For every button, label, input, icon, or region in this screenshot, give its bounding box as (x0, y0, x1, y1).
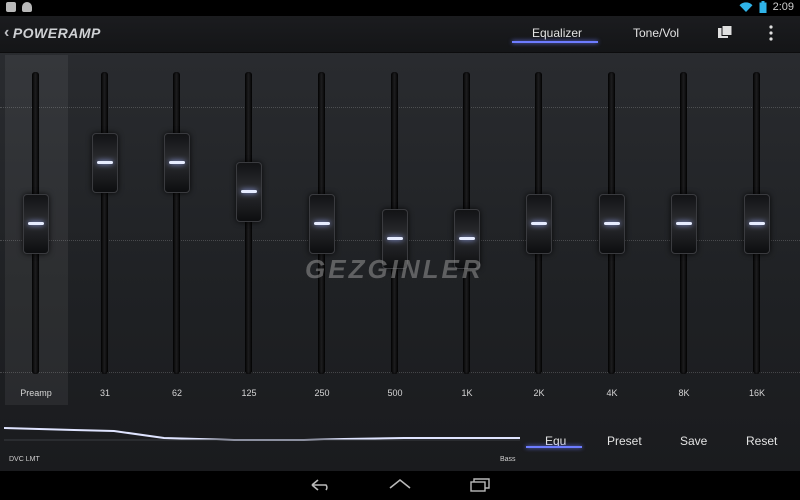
slider-track[interactable] (173, 72, 180, 374)
slider-knob[interactable] (599, 194, 625, 254)
tab-selected-indicator (512, 41, 598, 43)
slider-knob[interactable] (744, 194, 770, 254)
slider-knob[interactable] (236, 162, 262, 223)
poweramp-app: ‹ POWERAMP Equalizer Tone/Vol Preamp 31 62… (0, 16, 800, 471)
knob-indicator (241, 190, 257, 194)
slider-knob[interactable] (23, 194, 49, 254)
watermark-text: GEZGINLER (305, 254, 484, 284)
camera-icon (6, 2, 16, 12)
knob-indicator (749, 222, 765, 225)
overflow-menu-icon[interactable] (762, 25, 780, 43)
knob-indicator (97, 161, 113, 164)
knob-indicator (314, 222, 330, 225)
slider-knob[interactable] (526, 194, 552, 254)
navigation-bar (0, 471, 800, 500)
preset-button[interactable]: Preset (607, 434, 642, 448)
band-slider-2k[interactable]: 2K (509, 52, 569, 412)
band-label: 500 (387, 388, 403, 398)
status-time: 2:09 (772, 1, 794, 13)
band-slider-125[interactable]: 125 (219, 52, 279, 412)
dvc-lmt-label: DVC LMT (9, 456, 40, 463)
back-icon[interactable] (308, 477, 332, 493)
band-label: 4K (606, 388, 618, 398)
knob-indicator (169, 161, 185, 164)
app-logo[interactable]: ‹ POWERAMP (4, 24, 101, 42)
knob-indicator (459, 236, 475, 240)
band-label: 8K (678, 388, 690, 398)
action-bar: ‹ POWERAMP Equalizer Tone/Vol (0, 16, 800, 53)
slider-knob[interactable] (671, 194, 697, 254)
band-label: 62 (171, 388, 182, 398)
band-label: Preamp (20, 388, 52, 398)
logo-text: POWERAMP (12, 25, 101, 41)
presets-folder-icon[interactable] (716, 25, 734, 43)
band-label: 31 (99, 388, 110, 398)
slider-knob[interactable] (309, 194, 335, 254)
knob-indicator (604, 222, 620, 225)
band-label: 16K (748, 388, 765, 398)
band-label: 250 (314, 388, 330, 398)
band-slider-16k[interactable]: 16K (727, 52, 787, 412)
band-slider-250[interactable]: 250 (292, 52, 352, 412)
slider-track[interactable] (245, 72, 252, 374)
band-slider-8k[interactable]: 8K (654, 52, 714, 412)
wifi-icon (739, 1, 753, 12)
battery-icon (759, 1, 767, 13)
tab-tone-vol[interactable]: Tone/Vol (633, 26, 679, 40)
equ-selected-indicator (526, 446, 582, 448)
equalizer-panel: Preamp 31 62 125 250 500 1K 2K 4K 8K 16K GEZGINLER (0, 52, 800, 412)
band-slider-preamp[interactable]: Preamp (6, 52, 66, 412)
band-label: 2K (533, 388, 545, 398)
bass-label: Bass (500, 456, 516, 463)
knob-indicator (28, 222, 44, 225)
band-label: 125 (241, 388, 257, 398)
tab-equalizer[interactable]: Equalizer (532, 26, 582, 40)
band-slider-500[interactable]: 500 (365, 52, 425, 412)
slider-knob[interactable] (92, 133, 118, 193)
slider-knob[interactable] (164, 133, 190, 193)
slider-track[interactable] (101, 72, 108, 374)
band-slider-31[interactable]: 31 (75, 52, 135, 412)
band-slider-62[interactable]: 62 (147, 52, 207, 412)
reset-button[interactable]: Reset (746, 434, 777, 448)
recent-apps-icon[interactable] (468, 477, 492, 493)
band-slider-4k[interactable]: 4K (582, 52, 642, 412)
knob-indicator (531, 222, 547, 225)
home-icon[interactable] (388, 477, 412, 493)
up-chevron-icon: ‹ (4, 24, 10, 41)
eq-curve-graph (4, 427, 520, 441)
band-label: 1K (461, 388, 473, 398)
android-icon (22, 2, 32, 12)
status-bar: 2:09 (0, 0, 800, 16)
save-button[interactable]: Save (680, 434, 707, 448)
band-slider-1k[interactable]: 1K (437, 52, 497, 412)
bottom-panel: DVC LMT Bass Equ Preset Save Reset (0, 412, 800, 471)
knob-indicator (676, 222, 692, 225)
knob-indicator (387, 236, 403, 240)
